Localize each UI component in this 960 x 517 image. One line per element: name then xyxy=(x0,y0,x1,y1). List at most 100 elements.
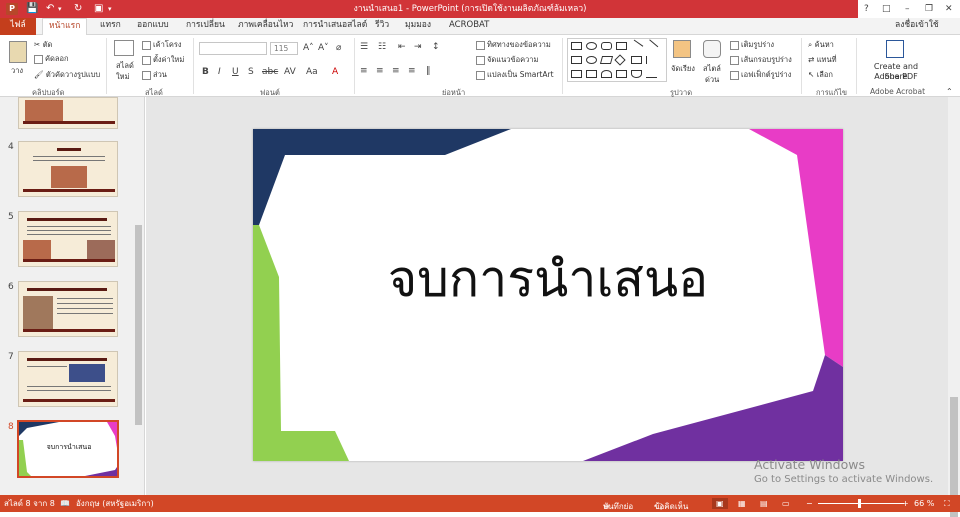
text-direction-button[interactable]: ทิศทางของข้อความ xyxy=(476,39,551,51)
editor-scrollbar[interactable] xyxy=(948,97,960,517)
tab-slideshow[interactable]: การนำเสนอสไลด์ xyxy=(303,18,367,35)
save-icon[interactable]: 💾 xyxy=(26,2,38,16)
shapes-gallery[interactable] xyxy=(567,38,667,82)
decrease-indent-icon[interactable]: ⇤ xyxy=(398,42,406,52)
section-button[interactable]: ส่วน xyxy=(142,69,167,81)
smartart-button[interactable]: แปลงเป็น SmartArt xyxy=(476,69,554,81)
font-color-icon[interactable]: A xyxy=(332,67,338,77)
bold-icon[interactable]: B xyxy=(202,67,209,77)
slide-sorter-view-icon[interactable]: ▦ xyxy=(738,498,746,509)
replace-button[interactable]: ⇄ แทนที่ xyxy=(808,54,837,66)
tab-design[interactable]: ออกแบบ xyxy=(137,18,169,35)
numbering-icon[interactable]: ☷ xyxy=(378,42,386,52)
format-painter-button[interactable]: 🖌 ตัวคัดวางรูปแบบ xyxy=(34,69,100,81)
tab-file[interactable]: ไฟล์ xyxy=(0,18,36,35)
change-case-icon[interactable]: Aa xyxy=(306,67,318,77)
normal-view-icon[interactable]: ▣ xyxy=(712,498,728,509)
zoom-level[interactable]: 66 % xyxy=(914,498,934,509)
restore-icon[interactable]: ❐ xyxy=(925,2,933,16)
rect2-shape-icon[interactable] xyxy=(571,56,582,64)
connector-shape-icon[interactable] xyxy=(646,56,657,64)
underline-icon[interactable]: U xyxy=(232,67,239,77)
ribbon-display-icon[interactable]: □ xyxy=(882,2,891,16)
columns-icon[interactable]: ‖ xyxy=(426,66,431,76)
curve-shape-icon[interactable] xyxy=(631,70,642,78)
strikethrough-icon[interactable]: abc xyxy=(262,67,278,77)
shape-outline-button[interactable]: เส้นกรอบรูปร่าง xyxy=(730,54,792,66)
font-size-box[interactable]: 115 xyxy=(270,42,298,55)
arc-shape-icon[interactable] xyxy=(601,70,612,78)
justify-icon[interactable]: ≡ xyxy=(408,66,416,76)
slideshow-view-icon[interactable]: ▭ xyxy=(782,498,790,509)
italic-icon[interactable]: I xyxy=(218,67,221,77)
undo-dropdown-icon[interactable]: ▾ xyxy=(58,2,62,16)
arrow-down-shape-icon[interactable] xyxy=(586,70,597,78)
callout-shape-icon[interactable] xyxy=(631,56,642,64)
decrease-font-icon[interactable]: A˅ xyxy=(318,43,329,53)
find-button[interactable]: ⌕ ค้นหา xyxy=(808,39,834,51)
spellcheck-icon[interactable]: 📖 xyxy=(60,498,70,509)
layout-button[interactable]: เค้าโครง xyxy=(142,39,182,51)
clear-formatting-icon[interactable]: ⌀ xyxy=(336,43,341,53)
paste-button[interactable]: วาง xyxy=(11,65,23,77)
bullets-icon[interactable]: ☰ xyxy=(360,42,368,52)
tab-view[interactable]: มุมมอง xyxy=(405,18,431,35)
copy-button[interactable]: คัดลอก xyxy=(34,53,69,65)
paste-icon[interactable] xyxy=(9,41,27,63)
collapse-ribbon-icon[interactable]: ⌃ xyxy=(946,87,953,96)
undo-icon[interactable]: ↶ xyxy=(46,2,54,16)
tab-acrobat[interactable]: ACROBAT xyxy=(449,18,489,35)
rectangle-shape-icon[interactable] xyxy=(571,42,582,50)
arrow-right-shape-icon[interactable] xyxy=(571,70,582,78)
redo-icon[interactable]: ↻ xyxy=(74,2,82,16)
slide-title[interactable]: จบการนำเสนอ xyxy=(253,247,843,311)
fit-slide-icon[interactable]: ⛶ xyxy=(944,498,950,509)
align-center-icon[interactable]: ≡ xyxy=(376,66,384,76)
help-icon[interactable]: ? xyxy=(864,2,869,16)
align-text-button[interactable]: จัดแนวข้อความ xyxy=(476,54,538,66)
quick-styles-icon[interactable] xyxy=(703,40,721,58)
font-name-box[interactable] xyxy=(199,42,267,55)
arrange-button[interactable]: จัดเรียง xyxy=(671,63,695,75)
align-left-icon[interactable]: ≡ xyxy=(360,66,368,76)
sign-in-link[interactable]: ลงชื่อเข้าใช้ xyxy=(895,18,939,35)
close-icon[interactable]: ✕ xyxy=(945,2,953,16)
textbox-shape-icon[interactable] xyxy=(616,42,627,50)
increase-indent-icon[interactable]: ⇥ xyxy=(414,42,422,52)
zoom-in-icon[interactable]: + xyxy=(902,498,909,509)
tab-animations[interactable]: ภาพเคลื่อนไหว xyxy=(238,18,293,35)
oval-shape-icon[interactable] xyxy=(586,42,597,50)
shadow-icon[interactable]: S xyxy=(248,67,254,77)
character-spacing-icon[interactable]: AV xyxy=(284,67,296,77)
zoom-out-icon[interactable]: − xyxy=(806,498,813,509)
select-button[interactable]: ↖ เลือก xyxy=(808,69,833,81)
slide-thumbnail-3[interactable] xyxy=(18,97,118,129)
line-shape-icon[interactable] xyxy=(629,39,644,53)
reading-view-icon[interactable]: ▤ xyxy=(760,498,768,509)
create-pdf-icon[interactable] xyxy=(886,40,904,58)
powerpoint-icon[interactable]: P xyxy=(6,3,18,15)
language-indicator[interactable]: อังกฤษ (สหรัฐอเมริกา) xyxy=(76,498,154,509)
tab-review[interactable]: รีวิว xyxy=(375,18,389,35)
tab-home[interactable]: หน้าแรก xyxy=(42,18,88,35)
slide-thumbnail-5[interactable] xyxy=(18,211,118,267)
tab-insert[interactable]: แทรก xyxy=(100,18,121,35)
quick-styles-button-line2[interactable]: ด่วน xyxy=(705,74,719,86)
new-slide-icon[interactable] xyxy=(114,40,134,56)
minimize-icon[interactable]: – xyxy=(905,2,910,16)
current-slide[interactable]: จบการนำเสนอ xyxy=(253,129,843,461)
arrange-icon[interactable] xyxy=(673,40,691,58)
slide-thumbnail-6[interactable] xyxy=(18,281,118,337)
shape-fill-button[interactable]: เติมรูปร่าง xyxy=(730,39,774,51)
freeform-shape-icon[interactable] xyxy=(646,70,657,78)
cut-button[interactable]: ✂ ตัด xyxy=(34,39,52,51)
shape-effects-button[interactable]: เอฟเฟ็กต์รูปร่าง xyxy=(730,69,791,81)
oval2-shape-icon[interactable] xyxy=(586,56,597,64)
rounded-rect-shape-icon[interactable] xyxy=(601,42,612,50)
brace-shape-icon[interactable] xyxy=(616,70,627,78)
increase-font-icon[interactable]: A˄ xyxy=(303,43,314,53)
arrow-shape-icon[interactable] xyxy=(644,39,659,53)
line-spacing-icon[interactable]: ↕ xyxy=(432,42,440,52)
align-right-icon[interactable]: ≡ xyxy=(392,66,400,76)
reset-button[interactable]: ตั้งค่าใหม่ xyxy=(142,54,184,66)
